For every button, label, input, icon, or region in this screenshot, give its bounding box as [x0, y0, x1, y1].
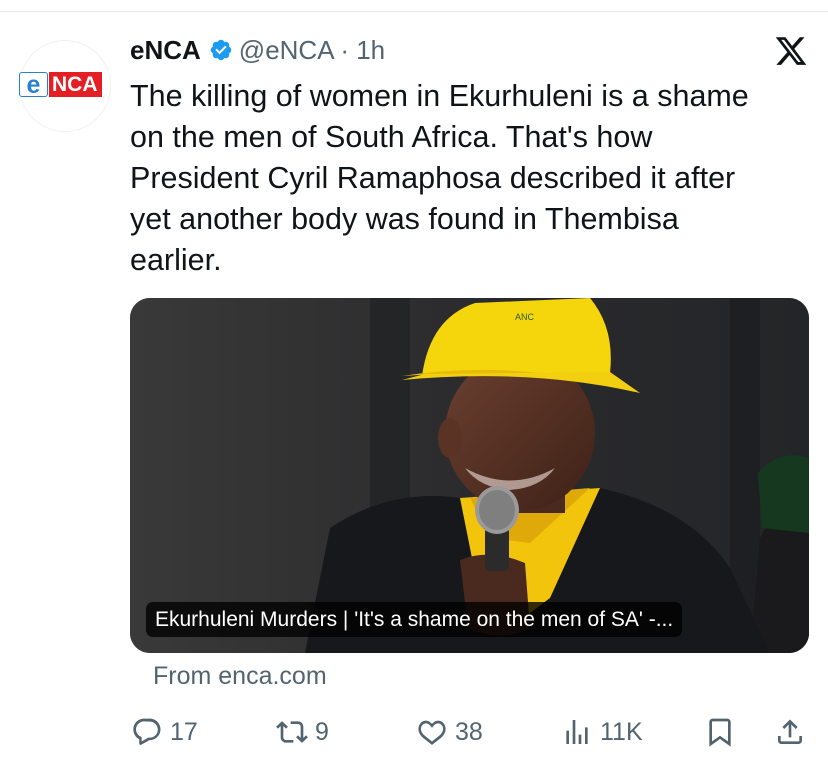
like-count: 38 — [455, 717, 483, 746]
reply-button[interactable]: 17 — [131, 712, 198, 752]
views-count: 11K — [600, 717, 643, 746]
author-name[interactable]: eNCA — [130, 35, 201, 66]
views-button[interactable]: 11K — [561, 712, 643, 752]
x-logo-icon — [775, 37, 807, 65]
handle-and-time[interactable]: @eNCA · 1h — [239, 35, 385, 66]
retweet-count: 9 — [315, 717, 329, 746]
reply-icon — [133, 718, 161, 745]
bookmark-icon — [709, 718, 731, 747]
reply-count: 17 — [170, 717, 198, 746]
hat-text: ANC — [515, 312, 535, 322]
card-caption: Ekurhuleni Murders | 'It's a shame on th… — [146, 602, 683, 637]
top-divider — [0, 11, 828, 12]
action-bar: 17 9 38 11K — [0, 712, 828, 752]
card-source[interactable]: From enca.com — [153, 662, 327, 691]
logo-e: e — [19, 72, 48, 98]
share-button[interactable] — [774, 712, 806, 752]
like-button[interactable]: 38 — [416, 712, 483, 752]
card-image: ANC — [130, 298, 809, 653]
tweet-text: The killing of women in Ekurhuleni is a … — [130, 79, 749, 277]
link-card[interactable]: ANC — [130, 298, 809, 653]
logo-nca: NCA — [49, 72, 102, 97]
enca-logo: e NCA — [19, 72, 102, 99]
views-icon — [566, 720, 588, 744]
like-icon — [418, 720, 446, 745]
verified-badge-icon — [210, 39, 232, 61]
share-icon — [778, 719, 802, 744]
bookmark-button[interactable] — [704, 712, 736, 752]
retweet-button[interactable]: 9 — [276, 712, 329, 752]
tweet-header: eNCA @eNCA · 1h — [130, 32, 385, 68]
retweet-icon — [276, 721, 308, 743]
